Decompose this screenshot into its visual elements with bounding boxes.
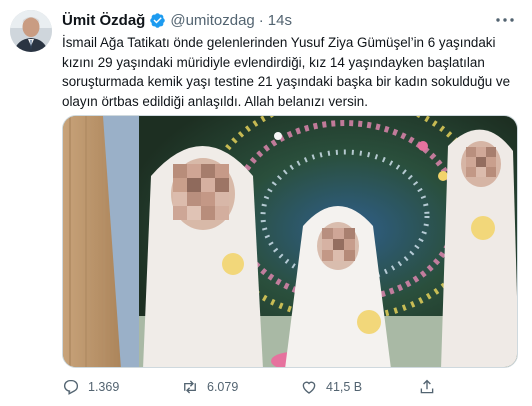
- reply-icon: [63, 379, 79, 395]
- child-figure-right: [441, 129, 517, 367]
- avatar[interactable]: [10, 10, 52, 52]
- tweet-actions: 1.369 6.079 41,5 B: [62, 376, 518, 398]
- more-icon[interactable]: [494, 12, 516, 28]
- tweet-text: İsmail Ağa Tatikatı önde gelenlerinden Y…: [62, 35, 511, 109]
- separator-dot: ·: [258, 12, 264, 29]
- retweet-count: 6.079: [207, 380, 239, 394]
- tweet: Ümit Özdağ @umitozdag · 14s İsmail Ağa T…: [0, 0, 532, 406]
- tweet-timestamp[interactable]: 14s: [268, 12, 292, 29]
- reply-button[interactable]: 1.369: [62, 376, 119, 398]
- like-button[interactable]: 41,5 B: [300, 376, 362, 398]
- like-icon: [302, 381, 316, 394]
- share-button[interactable]: [418, 376, 444, 398]
- like-count: 41,5 B: [326, 380, 363, 394]
- verified-badge-icon: [150, 13, 166, 28]
- tweet-media[interactable]: [62, 115, 518, 368]
- reply-count: 1.369: [88, 380, 120, 394]
- retweet-button[interactable]: 6.079: [181, 376, 238, 398]
- author-name[interactable]: Ümit Özdağ: [62, 12, 145, 29]
- author-handle[interactable]: @umitozdag: [170, 12, 254, 29]
- share-icon: [420, 379, 434, 394]
- retweet-icon: [184, 380, 196, 394]
- tweet-header: Ümit Özdağ @umitozdag · 14s: [62, 12, 292, 29]
- photo-with-blurred-faces: [63, 116, 517, 367]
- child-figure-left: [143, 146, 263, 367]
- avatar-image: [10, 10, 52, 52]
